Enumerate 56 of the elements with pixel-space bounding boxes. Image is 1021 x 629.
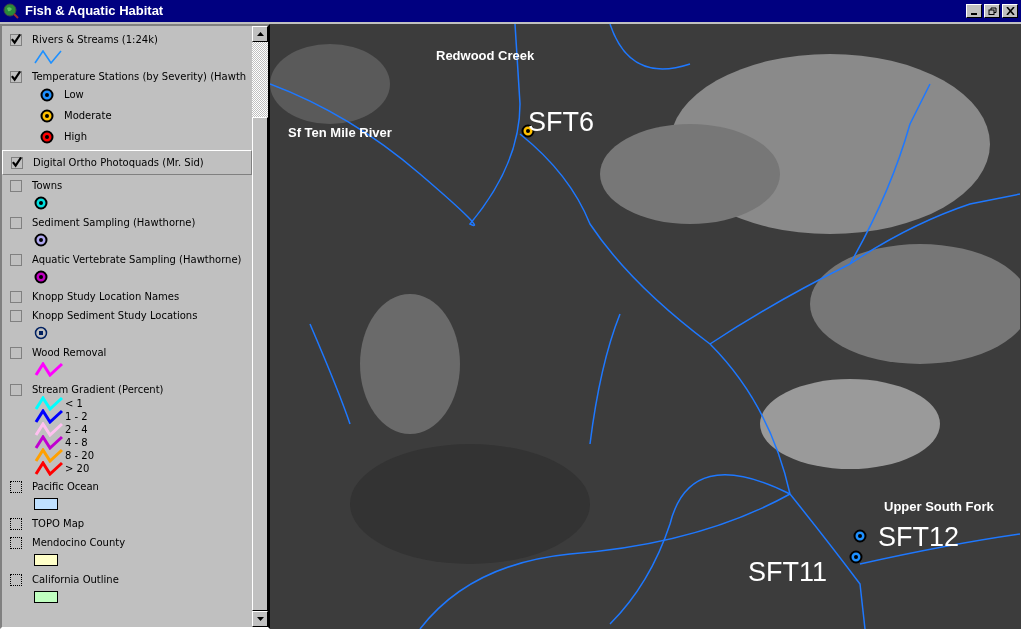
close-button[interactable] xyxy=(1002,4,1018,18)
layer-name: Knopp Sediment Study Locations xyxy=(32,309,198,323)
station-label: SFT6 xyxy=(528,109,594,136)
layer-name: Mendocino County xyxy=(32,536,126,550)
layer-name: Digital Ortho Photoquads (Mr. Sid) xyxy=(33,156,204,170)
down-arrow-icon xyxy=(256,617,264,621)
station-marker[interactable] xyxy=(849,550,863,564)
layer-checkbox[interactable] xyxy=(10,179,22,192)
station-marker[interactable] xyxy=(853,529,867,543)
scroll-thumb[interactable] xyxy=(252,117,268,611)
layer-checkbox[interactable] xyxy=(10,253,22,266)
layer-name: Wood Removal xyxy=(32,346,107,360)
class-label: 4 - 8 xyxy=(65,436,88,450)
checkmark-icon xyxy=(11,71,21,82)
restore-button[interactable] xyxy=(984,4,1000,18)
class-label: 1 - 2 xyxy=(65,410,88,424)
station-label: SFT11 xyxy=(748,559,828,586)
minimize-button[interactable] xyxy=(966,4,982,18)
class-label: Low xyxy=(64,88,84,102)
up-arrow-icon xyxy=(256,32,264,36)
layer-checkbox[interactable] xyxy=(11,156,23,169)
layer-checkbox[interactable] xyxy=(10,290,22,303)
scrollbar[interactable] xyxy=(252,26,268,627)
layer-name: Knopp Study Location Names xyxy=(32,290,180,304)
checkmark-icon xyxy=(12,157,22,168)
layer-name: Aquatic Vertebrate Sampling (Hawthorne) xyxy=(32,253,242,267)
layer-name: Rivers & Streams (1:24k) xyxy=(32,33,158,47)
layer-checkbox[interactable] xyxy=(10,216,22,229)
restore-icon xyxy=(987,7,997,15)
class-label: High xyxy=(64,130,87,144)
class-label: 8 - 20 xyxy=(65,449,95,463)
scroll-up-button[interactable] xyxy=(252,26,268,42)
layer-checkbox[interactable] xyxy=(10,33,22,46)
window-title: Fish & Aquatic Habitat xyxy=(25,2,164,21)
layer-checkbox[interactable] xyxy=(10,383,22,396)
station-label: SFT12 xyxy=(878,524,960,551)
layer-checkbox[interactable] xyxy=(10,309,22,322)
selected-layer-row[interactable]: Digital Ortho Photoquads (Mr. Sid) xyxy=(2,150,252,175)
layer-name: Towns xyxy=(32,179,63,193)
scroll-down-button[interactable] xyxy=(252,611,268,627)
globe-magnifier-icon xyxy=(3,3,19,19)
layer-name: TOPO Map xyxy=(32,517,85,531)
close-icon xyxy=(1005,7,1015,15)
layer-name: California Outline xyxy=(32,573,119,587)
layer-name: Sediment Sampling (Hawthorne) xyxy=(32,216,196,230)
class-label: 2 - 4 xyxy=(65,423,88,437)
layer-checkbox[interactable] xyxy=(10,70,22,83)
layer-name: Temperature Stations (by Severity) (Hawth xyxy=(32,70,247,84)
class-label: < 1 xyxy=(65,397,83,411)
checkmark-icon xyxy=(11,34,21,45)
class-label: Moderate xyxy=(64,109,112,123)
layer-name: Pacific Ocean xyxy=(32,480,99,494)
class-label: > 20 xyxy=(65,462,90,476)
layer-checkbox[interactable] xyxy=(10,346,22,359)
layer-name: Stream Gradient (Percent) xyxy=(32,383,164,397)
place-label: Upper South Fork xyxy=(884,500,994,513)
